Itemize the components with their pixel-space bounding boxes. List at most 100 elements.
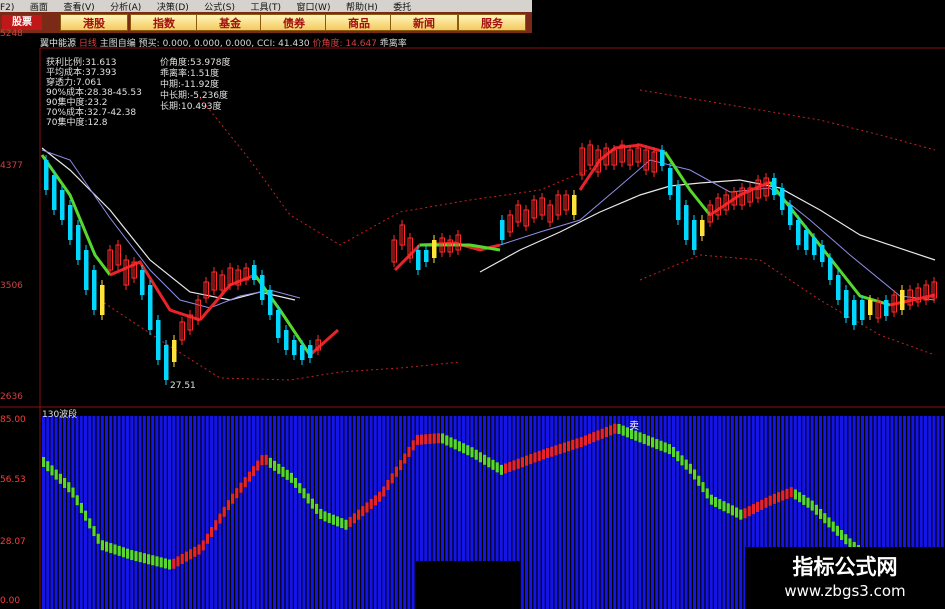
wave-segment — [382, 486, 386, 497]
candle-body — [780, 188, 785, 210]
candle-body — [76, 225, 81, 260]
wave-segment — [445, 435, 449, 446]
stock-chart[interactable] — [0, 0, 945, 609]
sub-bar — [294, 416, 297, 609]
candle-body — [812, 238, 817, 255]
wave-segment — [621, 425, 625, 436]
sub-bar — [373, 416, 377, 609]
candle-body — [900, 290, 905, 310]
sub-bar — [46, 416, 50, 609]
sell-signal: 卖 — [629, 421, 639, 432]
sub-bar — [714, 416, 717, 609]
wave-segment — [735, 507, 739, 518]
wave-segment — [508, 461, 512, 472]
wave-segment — [365, 502, 369, 513]
wave-segment — [403, 453, 407, 464]
candle-body — [868, 300, 873, 315]
wave-segment — [701, 482, 705, 493]
sub-bar — [390, 416, 394, 609]
candle-body — [300, 345, 305, 360]
wave-segment — [714, 497, 718, 507]
wave-segment — [747, 506, 751, 517]
wave-segment — [352, 513, 356, 524]
wave-segment — [411, 440, 415, 451]
candle-body — [432, 240, 437, 258]
sub-bar — [214, 416, 218, 609]
wave-segment — [344, 519, 348, 530]
sub-bar — [134, 416, 138, 609]
sub-bar — [71, 416, 75, 609]
sub-bar — [163, 416, 167, 609]
wave-segment — [642, 434, 646, 445]
wave-segment — [231, 493, 235, 504]
sub-bar — [378, 416, 381, 609]
sub-bar — [529, 416, 533, 609]
sub-bar — [625, 416, 629, 609]
sub-bar — [533, 416, 537, 609]
sub-bar — [331, 416, 335, 609]
wave-segment — [613, 423, 617, 434]
candle-body — [284, 330, 289, 350]
wave-segment — [600, 428, 604, 439]
sub-bar — [239, 416, 243, 609]
sub-bar — [117, 416, 121, 609]
wave-segment — [386, 479, 390, 490]
wave-segment — [331, 514, 335, 525]
wave-segment — [835, 525, 839, 536]
candle-body — [684, 205, 689, 240]
wave-segment — [147, 554, 151, 565]
sub-bar — [596, 416, 600, 609]
wave-segment — [525, 455, 529, 466]
wave-segment — [126, 548, 130, 559]
sub-bar — [369, 416, 373, 609]
candle-body — [572, 195, 577, 215]
wave-segment — [273, 460, 277, 471]
wave-segment — [424, 434, 428, 445]
sub-bar — [147, 416, 150, 609]
wave-segment — [138, 552, 142, 563]
wave-segment — [218, 513, 222, 524]
candle-body — [252, 265, 257, 280]
wave-segment — [512, 460, 516, 471]
sub-bar — [394, 416, 398, 609]
sub-bar — [609, 416, 612, 609]
sub-bar — [105, 416, 108, 609]
sub-bar — [92, 416, 96, 609]
sub-bar — [306, 416, 310, 609]
wave-segment — [289, 472, 293, 483]
sub-bar — [252, 416, 255, 609]
sub-bar — [680, 416, 684, 609]
wave-segment — [336, 516, 340, 527]
wave-segment — [117, 545, 121, 556]
candle-body — [772, 178, 777, 195]
sub-bar — [697, 416, 701, 609]
sub-bar — [617, 416, 621, 609]
sub-bar — [399, 416, 402, 609]
wave-segment — [743, 508, 747, 519]
sub-bar — [546, 416, 549, 609]
sub-bar — [231, 416, 234, 609]
sub-bar — [554, 416, 558, 609]
candle-body — [292, 340, 297, 355]
sub-bar — [264, 416, 268, 609]
wave-segment — [789, 487, 793, 498]
candle-body — [700, 220, 705, 236]
wave-segment — [781, 490, 785, 501]
sub-bar — [688, 416, 692, 609]
wave-segment — [453, 439, 457, 450]
wave-segment — [310, 498, 314, 509]
wave-segment — [474, 449, 478, 460]
wave-segment — [667, 444, 671, 455]
sub-bar — [247, 416, 251, 609]
wave-segment — [361, 506, 365, 517]
wave-segment — [42, 457, 46, 467]
wave-segment — [659, 440, 663, 451]
wave-segment — [168, 559, 172, 570]
sub-bar — [172, 416, 176, 609]
sub-bar — [693, 416, 696, 609]
wave-segment — [680, 455, 684, 466]
wave-segment — [399, 460, 403, 471]
wave-segment — [315, 503, 319, 514]
wave-segment — [772, 493, 776, 504]
wave-segment — [201, 540, 205, 551]
